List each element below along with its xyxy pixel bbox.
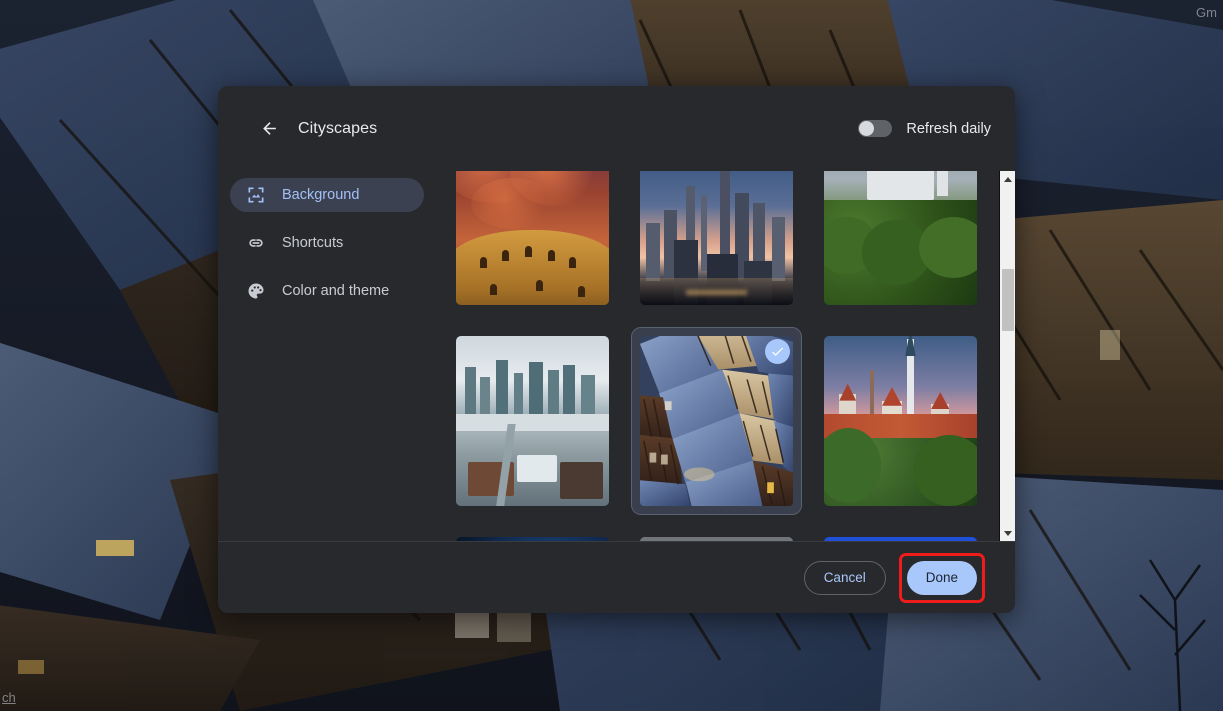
background-tile-blue-sky[interactable] (816, 529, 985, 541)
done-button-highlight: Done (898, 552, 985, 603)
sidebar-item-label: Background (282, 187, 360, 203)
background-tile-half-timbered-village[interactable] (631, 327, 802, 515)
gmail-link[interactable]: Gm (1196, 5, 1217, 20)
dialog-sidebar: Background Shortcuts Color and theme (218, 171, 440, 541)
background-image-grid-area (440, 171, 1015, 541)
scrollbar-thumb[interactable] (1002, 269, 1014, 331)
thumbnail (456, 537, 609, 541)
triangle-up-icon (1004, 176, 1012, 182)
sidebar-item-color-and-theme[interactable]: Color and theme (230, 274, 424, 308)
wallpaper-icon (248, 187, 264, 203)
thumbnail (456, 171, 609, 305)
dialog-title: Cityscapes (298, 119, 378, 137)
thumbnail (640, 171, 793, 305)
selected-check-badge (765, 339, 790, 364)
thumbnail (824, 537, 977, 541)
background-tile-tallinn-old-town[interactable] (816, 328, 985, 514)
background-tile-city-skyline[interactable] (632, 171, 801, 313)
dialog-header: Cityscapes Refresh daily (218, 86, 1015, 171)
triangle-down-icon (1004, 530, 1012, 536)
thumbnail (824, 336, 977, 506)
sidebar-item-label: Shortcuts (282, 235, 344, 251)
refresh-daily-control: Refresh daily (858, 120, 991, 137)
back-button[interactable] (252, 112, 286, 146)
sidebar-item-shortcuts[interactable]: Shortcuts (230, 226, 424, 260)
background-tile-starry-night[interactable] (448, 529, 617, 541)
sidebar-item-label: Color and theme (282, 283, 390, 299)
scrollbar-up-button[interactable] (1000, 171, 1015, 187)
dialog-footer: Cancel Done (218, 541, 1015, 613)
background-tile-winter-city[interactable] (448, 328, 617, 514)
background-tile-snowy-mountain[interactable] (632, 529, 801, 541)
refresh-daily-toggle[interactable] (858, 120, 893, 137)
dialog-body: Background Shortcuts Color and theme (218, 171, 1015, 541)
link-icon (249, 239, 263, 247)
refresh-daily-label: Refresh daily (906, 120, 991, 137)
background-tile-castle-forest[interactable] (816, 171, 985, 313)
toggle-knob (859, 121, 875, 136)
thumbnail (456, 336, 609, 506)
thumbnail (640, 537, 793, 541)
done-button[interactable]: Done (906, 560, 977, 595)
customize-link[interactable]: ch (2, 690, 16, 705)
check-icon (772, 347, 784, 356)
thumbnail (824, 171, 977, 305)
cancel-button[interactable]: Cancel (803, 560, 886, 595)
arrow-left-icon (262, 122, 276, 135)
scrollbar-down-button[interactable] (1000, 525, 1015, 541)
customize-chrome-dialog: Cityscapes Refresh daily Background Shor… (218, 86, 1015, 613)
palette-icon (248, 283, 264, 299)
sidebar-item-background[interactable]: Background (230, 178, 424, 212)
background-image-grid (448, 171, 993, 541)
background-tile-colosseum[interactable] (448, 171, 617, 313)
grid-scrollbar[interactable] (999, 171, 1015, 541)
